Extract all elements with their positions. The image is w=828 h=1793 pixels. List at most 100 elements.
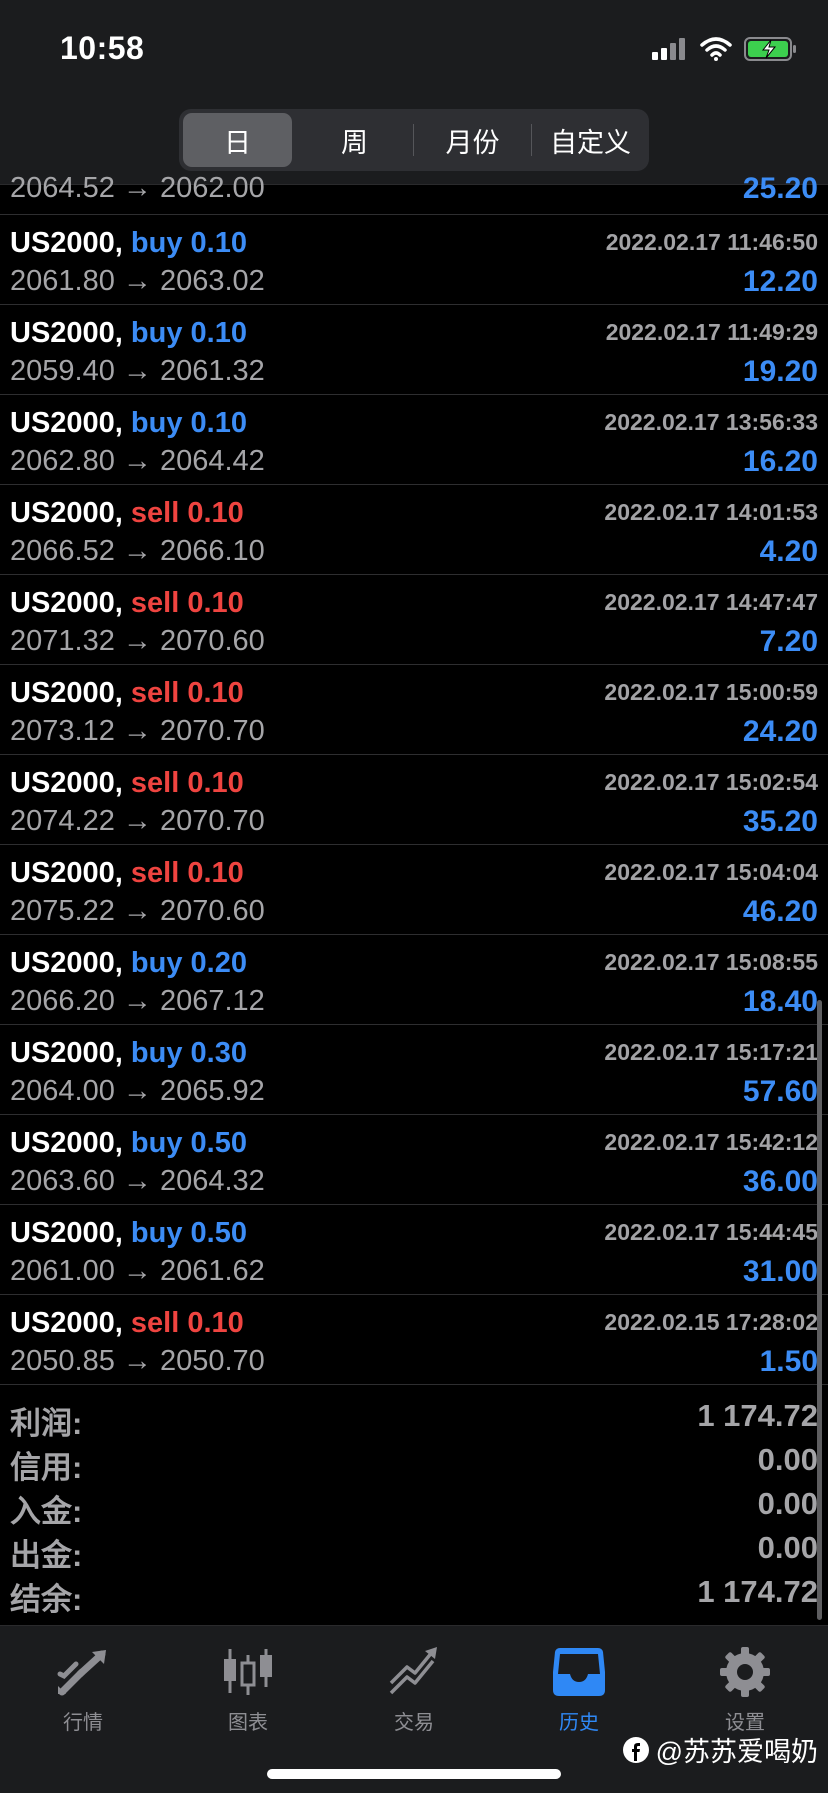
deal-header: US2000, buy 0.10 bbox=[10, 317, 247, 350]
tab-label: 图表 bbox=[228, 1712, 268, 1734]
summary-value: 0.00 bbox=[757, 1486, 818, 1521]
deal-row[interactable]: US2000, buy 0.50 2022.02.17 15:42:12 2063.… bbox=[0, 1115, 828, 1205]
deal-header: US2000, sell 0.10 bbox=[10, 1307, 244, 1340]
deal-side: buy bbox=[130, 227, 183, 259]
deal-row-partial[interactable]: 2064.52 → 2062.00 25.20 bbox=[0, 150, 828, 215]
deal-row[interactable]: US2000, sell 0.10 2022.02.17 14:47:47 2071… bbox=[0, 575, 828, 665]
deal-profit: 19.20 bbox=[742, 355, 818, 388]
deal-row[interactable]: US2000, sell 0.10 2022.02.15 17:28:02 2050… bbox=[0, 1295, 828, 1385]
summary-label: 入金: bbox=[10, 1494, 83, 1529]
status-time: 10:58 bbox=[60, 30, 145, 66]
wifi-icon bbox=[700, 37, 732, 61]
deal-symbol: US2000, bbox=[10, 857, 123, 889]
tab-trade[interactable]: 交易 bbox=[359, 1644, 469, 1734]
tab-settings[interactable]: 设置 bbox=[690, 1644, 800, 1734]
deal-header: US2000, buy 0.10 bbox=[10, 227, 247, 260]
deal-profit: 7.20 bbox=[759, 625, 818, 658]
deal-prices: 2059.40 → 2061.32 bbox=[10, 355, 265, 387]
deal-profit: 57.60 bbox=[742, 1075, 818, 1108]
deal-prices: 2063.60 → 2064.32 bbox=[10, 1165, 265, 1197]
deal-prices: 2062.80 → 2064.42 bbox=[10, 445, 265, 477]
tab-chart[interactable]: 图表 bbox=[193, 1644, 303, 1734]
deal-header: US2000, sell 0.10 bbox=[10, 767, 244, 800]
summary-value: 0.00 bbox=[757, 1530, 818, 1565]
deal-row[interactable]: US2000, buy 0.30 2022.02.17 15:17:21 2064.… bbox=[0, 1025, 828, 1115]
candlestick-chart-icon bbox=[224, 1649, 272, 1695]
deal-side: sell bbox=[130, 767, 180, 799]
deal-volume: 0.10 bbox=[187, 767, 244, 799]
deal-time: 2022.02.17 13:56:33 bbox=[604, 409, 818, 435]
deal-prices: 2075.22 → 2070.60 bbox=[10, 895, 265, 927]
deal-volume: 0.50 bbox=[190, 1127, 247, 1159]
deal-symbol: US2000, bbox=[10, 947, 123, 979]
deal-time: 2022.02.17 15:00:59 bbox=[604, 679, 818, 705]
deal-header: US2000, sell 0.10 bbox=[10, 587, 244, 620]
tab-label: 交易 bbox=[394, 1712, 434, 1734]
deal-profit: 16.20 bbox=[742, 445, 818, 478]
facebook-icon bbox=[622, 1736, 649, 1763]
deal-time: 2022.02.17 15:42:12 bbox=[604, 1129, 818, 1155]
summary-row-profit: 利润: 1 174.72 bbox=[0, 1396, 828, 1441]
summary-row-credit: 信用: 0.00 bbox=[0, 1440, 828, 1485]
deal-side: sell bbox=[130, 857, 180, 889]
deal-profit: 46.20 bbox=[742, 895, 818, 928]
deal-symbol: US2000, bbox=[10, 227, 123, 259]
deal-prices: 2050.85 → 2050.70 bbox=[10, 1345, 265, 1377]
deal-volume: 0.50 bbox=[190, 1217, 247, 1249]
deal-row[interactable]: US2000, buy 0.50 2022.02.17 15:44:45 2061.… bbox=[0, 1205, 828, 1295]
battery-charging-icon bbox=[744, 37, 796, 61]
deal-row[interactable]: US2000, buy 0.20 2022.02.17 15:08:55 2066.… bbox=[0, 935, 828, 1025]
deal-profit: 25.20 bbox=[742, 172, 818, 205]
deal-header: US2000, buy 0.50 bbox=[10, 1127, 247, 1160]
deal-header: US2000, buy 0.10 bbox=[10, 407, 247, 440]
deal-volume: 0.10 bbox=[187, 677, 244, 709]
inbox-tray-icon bbox=[553, 1648, 605, 1696]
deal-time: 2022.02.17 14:01:53 bbox=[604, 499, 818, 525]
deal-volume: 0.10 bbox=[190, 227, 247, 259]
tab-history[interactable]: 历史 bbox=[524, 1644, 634, 1734]
deal-time: 2022.02.17 14:47:47 bbox=[604, 589, 818, 615]
summary-label: 出金: bbox=[10, 1538, 83, 1573]
watermark-text: @苏苏爱喝奶 bbox=[655, 1737, 818, 1767]
summary-row-deposit: 入金: 0.00 bbox=[0, 1484, 828, 1529]
home-indicator[interactable] bbox=[267, 1769, 561, 1779]
deal-time: 2022.02.17 15:08:55 bbox=[604, 949, 818, 975]
deal-side: buy bbox=[130, 947, 183, 979]
deal-row[interactable]: US2000, sell 0.10 2022.02.17 15:04:04 2075… bbox=[0, 845, 828, 935]
cellular-signal-icon bbox=[652, 38, 685, 60]
deal-side: sell bbox=[130, 677, 180, 709]
deal-profit: 18.40 bbox=[742, 985, 818, 1018]
deal-row[interactable]: US2000, sell 0.10 2022.02.17 14:01:53 2066… bbox=[0, 485, 828, 575]
deal-prices: 2066.52 → 2066.10 bbox=[10, 535, 265, 567]
deal-side: sell bbox=[130, 1307, 180, 1339]
deal-volume: 0.10 bbox=[190, 407, 247, 439]
deal-row[interactable]: US2000, buy 0.10 2022.02.17 11:46:50 2061.… bbox=[0, 215, 828, 305]
deal-symbol: US2000, bbox=[10, 767, 123, 799]
deal-symbol: US2000, bbox=[10, 1217, 123, 1249]
deal-row[interactable]: US2000, buy 0.10 2022.02.17 13:56:33 2062.… bbox=[0, 395, 828, 485]
deal-volume: 0.10 bbox=[187, 587, 244, 619]
deal-row[interactable]: US2000, sell 0.10 2022.02.17 15:00:59 2073… bbox=[0, 665, 828, 755]
deal-prices: 2061.00 → 2061.62 bbox=[10, 1255, 265, 1287]
deal-prices: 2073.12 → 2070.70 bbox=[10, 715, 265, 747]
scrollbar-thumb[interactable] bbox=[817, 1000, 822, 1620]
deal-volume: 0.10 bbox=[187, 857, 244, 889]
summary-value: 1 174.72 bbox=[697, 1398, 818, 1433]
tab-quotes[interactable]: 行情 bbox=[28, 1644, 138, 1734]
summary-value: 0.00 bbox=[757, 1442, 818, 1477]
deal-profit: 24.20 bbox=[742, 715, 818, 748]
gear-icon bbox=[720, 1647, 770, 1697]
summary-label: 结余: bbox=[10, 1582, 83, 1617]
deal-prices: 2064.52 → 2062.00 bbox=[10, 172, 265, 204]
deal-symbol: US2000, bbox=[10, 587, 123, 619]
summary-row-withdrawal: 出金: 0.00 bbox=[0, 1528, 828, 1573]
deal-side: sell bbox=[130, 587, 180, 619]
deal-row[interactable]: US2000, sell 0.10 2022.02.17 15:02:54 2074… bbox=[0, 755, 828, 845]
deal-volume: 0.30 bbox=[190, 1037, 247, 1069]
deal-side: buy bbox=[130, 1037, 183, 1069]
deal-volume: 0.10 bbox=[190, 317, 247, 349]
deal-profit: 35.20 bbox=[742, 805, 818, 838]
deal-row[interactable]: US2000, buy 0.10 2022.02.17 11:49:29 2059.… bbox=[0, 305, 828, 395]
deal-volume: 0.20 bbox=[190, 947, 247, 979]
deal-profit: 1.50 bbox=[759, 1345, 818, 1378]
